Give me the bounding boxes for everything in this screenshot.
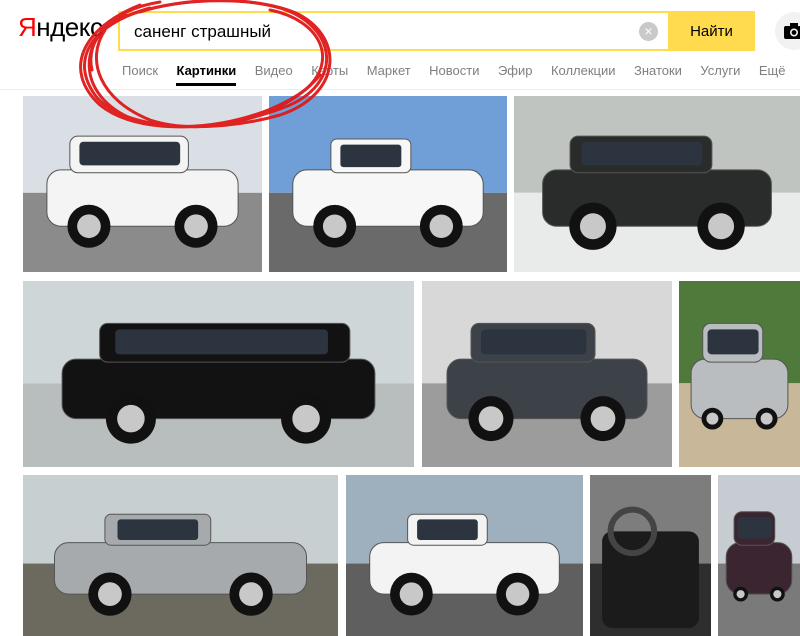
image-result[interactable] bbox=[590, 475, 711, 636]
find-button[interactable]: Найти bbox=[668, 11, 755, 51]
image-result[interactable] bbox=[514, 96, 800, 272]
tab-experts[interactable]: Знатоки bbox=[634, 63, 682, 78]
image-result[interactable] bbox=[346, 475, 583, 636]
search-box[interactable]: × bbox=[118, 11, 670, 51]
thumbnail-white-actyon-pickup-street bbox=[346, 475, 583, 636]
header: Яндекс × Найти Поиск Картинки Видео Карт… bbox=[0, 0, 800, 90]
image-result[interactable] bbox=[23, 96, 262, 272]
tab-video[interactable]: Видео bbox=[255, 63, 293, 78]
tab-services[interactable]: Услуги bbox=[700, 63, 740, 78]
tab-maps[interactable]: Карты bbox=[311, 63, 348, 78]
thumbnail-white-actyon-sports-wagon bbox=[23, 96, 262, 272]
thumbnail-black-interior-seats bbox=[590, 475, 711, 636]
logo-first-letter: Я bbox=[18, 12, 37, 42]
camera-icon bbox=[784, 23, 800, 39]
image-result[interactable] bbox=[718, 475, 800, 636]
search-tabs: Поиск Картинки Видео Карты Маркет Новост… bbox=[122, 62, 799, 86]
tab-air[interactable]: Эфир bbox=[498, 63, 533, 78]
thumbnail-silver-actyon-pickup-junk bbox=[23, 475, 338, 636]
tab-news[interactable]: Новости bbox=[429, 63, 479, 78]
yandex-logo[interactable]: Яндекс bbox=[18, 12, 103, 43]
thumbnail-black-damaged-rexton-snow bbox=[514, 96, 800, 272]
image-result[interactable] bbox=[679, 281, 800, 467]
image-result[interactable] bbox=[422, 281, 672, 467]
tab-more[interactable]: Ещё bbox=[759, 63, 786, 78]
divider bbox=[0, 89, 800, 90]
image-result[interactable] bbox=[269, 96, 507, 272]
tab-search[interactable]: Поиск bbox=[122, 63, 158, 78]
tab-images[interactable]: Картинки bbox=[176, 63, 236, 86]
thumbnail-white-actyon-pickup-sea bbox=[269, 96, 507, 272]
tab-collections[interactable]: Коллекции bbox=[551, 63, 616, 78]
thumbnail-burgundy-kyron-partial bbox=[718, 475, 800, 636]
clear-search-icon[interactable]: × bbox=[639, 22, 658, 41]
tab-market[interactable]: Маркет bbox=[367, 63, 411, 78]
image-result[interactable] bbox=[23, 281, 414, 467]
thumbnail-gray-kyron-showroom bbox=[422, 281, 672, 467]
search-input[interactable] bbox=[132, 19, 636, 45]
camera-search-button[interactable] bbox=[775, 12, 800, 50]
thumbnail-silver-rexton-greenery bbox=[679, 281, 800, 467]
logo-rest: ндекс bbox=[36, 12, 103, 42]
image-result[interactable] bbox=[23, 475, 338, 636]
thumbnail-black-stavic-minivan bbox=[23, 281, 414, 467]
